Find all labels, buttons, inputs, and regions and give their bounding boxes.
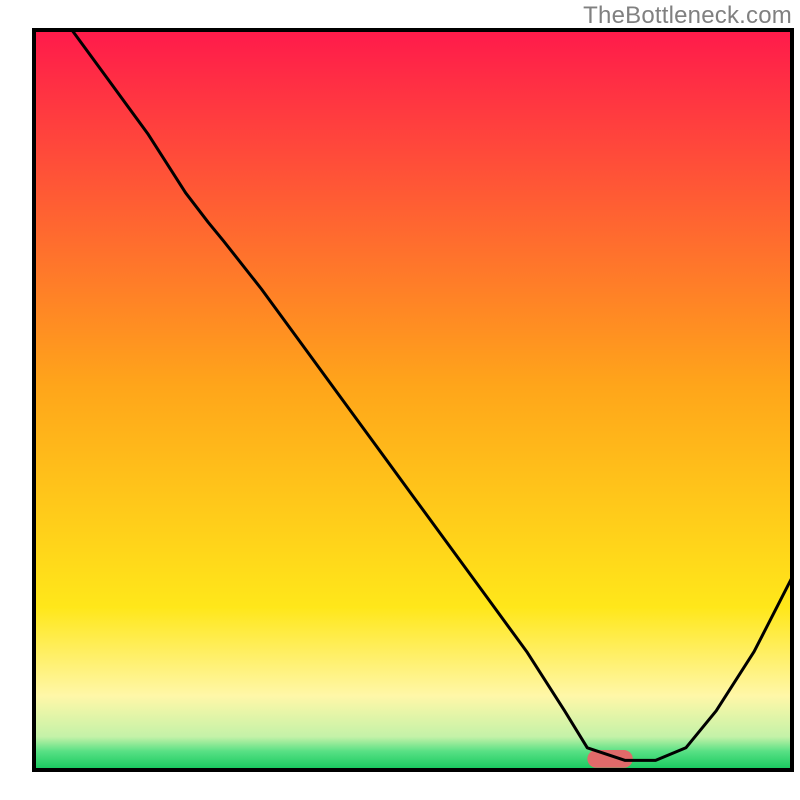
gradient-background (34, 30, 792, 770)
bottleneck-chart (0, 0, 800, 800)
chart-container: TheBottleneck.com (0, 0, 800, 800)
plot-area (34, 30, 792, 770)
attribution-label: TheBottleneck.com (583, 2, 792, 30)
